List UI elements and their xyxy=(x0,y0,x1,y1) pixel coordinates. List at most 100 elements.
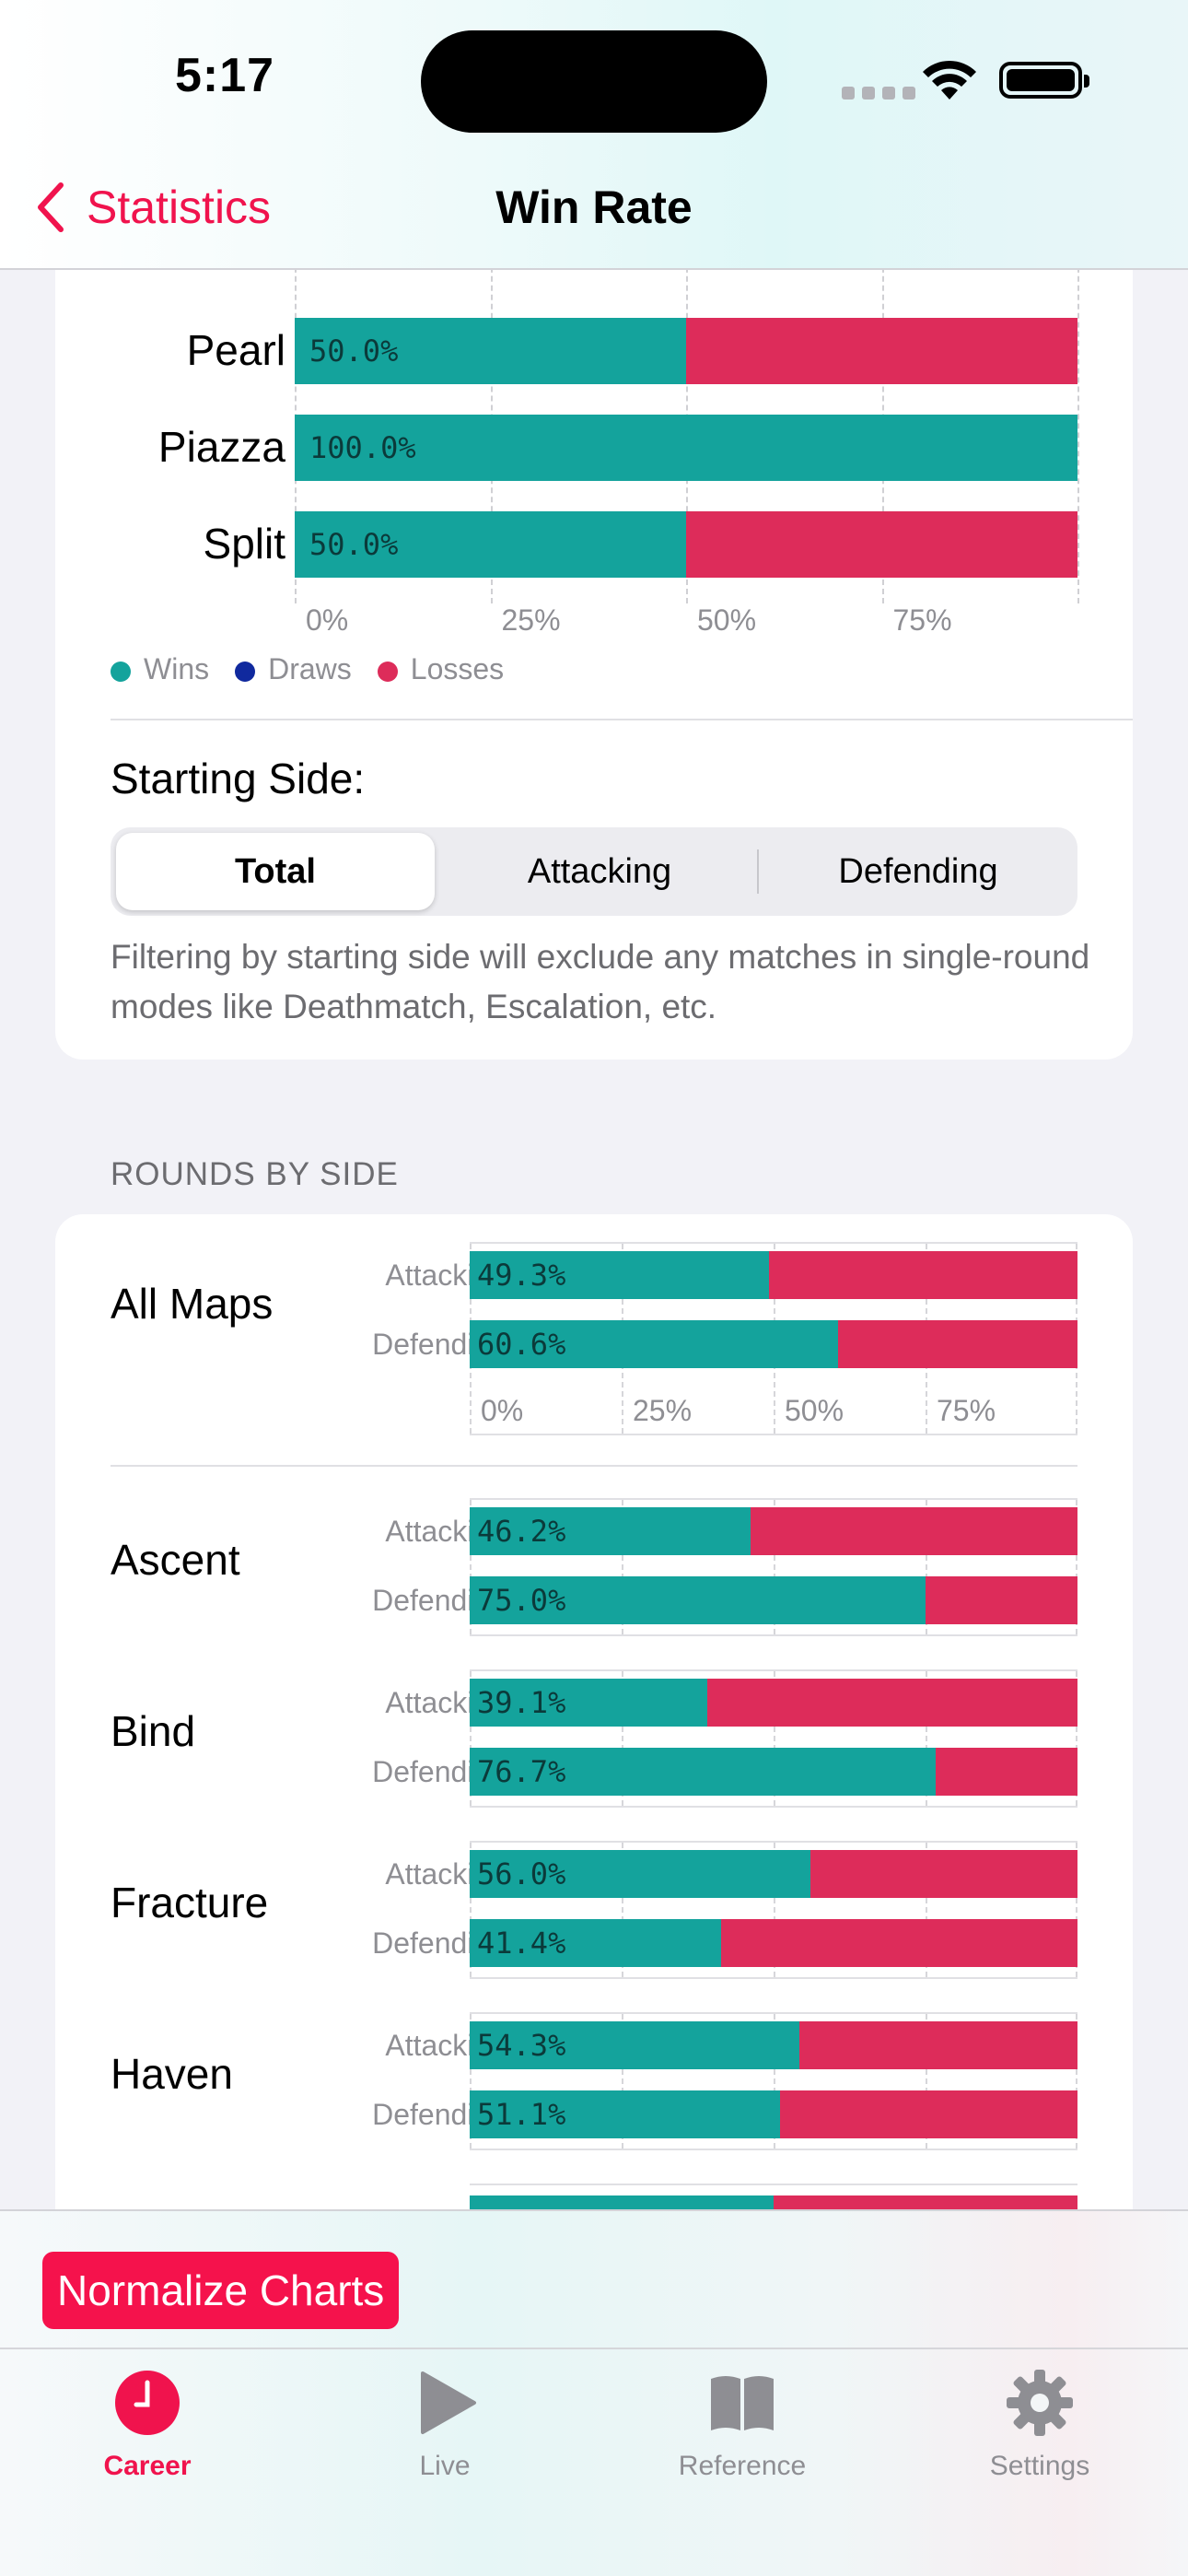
losses-segment xyxy=(721,1919,1077,1967)
defending-bar: 76.7% xyxy=(470,1748,1077,1796)
defending-bar: 51.1% xyxy=(470,2090,1077,2138)
attacking-bar: 56.0% xyxy=(470,1850,1077,1898)
segment-total[interactable]: Total xyxy=(116,833,435,910)
bar-value-label: 50.0% xyxy=(309,334,399,369)
axis-tick-label: 75% xyxy=(892,603,952,637)
defending-label: Defending xyxy=(372,1755,507,1788)
legend-losses: Losses xyxy=(377,652,504,686)
axis-tick-label: 25% xyxy=(633,1394,693,1427)
starting-side-label: Starting Side: xyxy=(111,755,366,802)
axis-tick-label: 25% xyxy=(501,603,561,637)
axis-tick-label: 0% xyxy=(306,603,349,637)
bar-value-label: 54.3% xyxy=(477,2028,566,2063)
navigation-header: 5:17 Statistics Win Rate xyxy=(0,0,1188,270)
defending-bar: 75.0% xyxy=(470,1576,1077,1624)
career-clock-icon xyxy=(115,2371,180,2435)
losses-segment xyxy=(750,1507,1077,1555)
map-win-bar: 50.0% xyxy=(295,318,1077,384)
tab-settings[interactable]: Settings xyxy=(920,2368,1159,2482)
cellular-signal-icon xyxy=(842,87,915,100)
starting-side-picker[interactable]: Total Attacking Defending xyxy=(111,827,1077,916)
defending-label: Defending xyxy=(372,2098,507,2131)
map-label: Piazza xyxy=(157,423,285,471)
losses-segment xyxy=(686,318,1077,384)
defending-label: Defending xyxy=(372,1584,507,1617)
losses-segment xyxy=(780,2090,1077,2138)
map-name: Bind xyxy=(111,1707,196,1755)
losses-segment xyxy=(799,2021,1077,2069)
bottom-toolbar: Normalize Charts Career Live Reference S… xyxy=(0,2209,1188,2576)
wins-segment: 54.3% xyxy=(470,2021,800,2069)
attacking-bar: 49.3% xyxy=(470,1251,1077,1299)
losses-segment xyxy=(926,1576,1077,1624)
bar-value-label: 39.1% xyxy=(477,1685,566,1720)
battery-icon xyxy=(999,62,1089,99)
wins-segment: 50.0% xyxy=(295,318,686,384)
attacking-label: Attacking xyxy=(385,2029,507,2062)
book-icon xyxy=(711,2376,774,2430)
segment-defending[interactable]: Defending xyxy=(759,827,1077,916)
page-title: Win Rate xyxy=(495,181,693,233)
attacking-bar: 54.3% xyxy=(470,2021,1077,2069)
bar-value-label: 56.0% xyxy=(477,1856,566,1891)
attacking-bar: 39.1% xyxy=(470,1679,1077,1727)
attacking-label: Attacking xyxy=(385,1515,507,1548)
tab-bar: Career Live Reference Settings xyxy=(0,2348,1188,2576)
wins-segment: 39.1% xyxy=(470,1679,708,1727)
defending-bar: 41.4% xyxy=(470,1919,1077,1967)
wins-segment: 60.6% xyxy=(470,1320,838,1368)
divider xyxy=(111,1465,1077,1467)
wins-segment: 51.1% xyxy=(470,2090,781,2138)
attacking-label: Attacking xyxy=(385,1857,507,1891)
wins-segment: 76.7% xyxy=(470,1748,937,1796)
bar-value-label: 75.0% xyxy=(477,1583,566,1618)
wins-segment: 46.2% xyxy=(470,1507,751,1555)
normalize-charts-button[interactable]: Normalize Charts xyxy=(42,2252,400,2329)
axis-tick-label: 0% xyxy=(481,1394,524,1427)
losses-segment xyxy=(707,1679,1077,1727)
tab-career[interactable]: Career xyxy=(28,2368,267,2482)
defending-label: Defending xyxy=(372,1328,507,1361)
bar-value-label: 50.0% xyxy=(309,527,399,562)
axis-tick-label: 50% xyxy=(697,603,757,637)
legend-draws: Draws xyxy=(235,652,352,686)
map-label: Pearl xyxy=(186,326,285,374)
axis-tick-label: 50% xyxy=(785,1394,844,1427)
defending-bar: 60.6% xyxy=(470,1320,1077,1368)
wifi-icon xyxy=(923,60,976,100)
tab-reference[interactable]: Reference xyxy=(623,2368,862,2482)
map-label: Split xyxy=(203,520,285,568)
wins-segment: 41.4% xyxy=(470,1919,722,1967)
wins-segment: 50.0% xyxy=(295,511,686,578)
bar-value-label: 51.1% xyxy=(477,2097,566,2132)
divider xyxy=(111,719,1133,720)
wins-segment: 75.0% xyxy=(470,1576,926,1624)
segment-attacking[interactable]: Attacking xyxy=(440,827,759,916)
bar-value-label: 60.6% xyxy=(477,1327,566,1362)
bar-value-label: 76.7% xyxy=(477,1754,566,1789)
wins-segment: 49.3% xyxy=(470,1251,770,1299)
play-icon xyxy=(421,2371,476,2434)
defending-label: Defending xyxy=(372,1926,507,1960)
dynamic-island xyxy=(421,30,767,133)
losses-segment xyxy=(686,511,1077,578)
starting-side-footnote: Filtering by starting side will exclude … xyxy=(111,938,1090,1025)
bar-value-label: 49.3% xyxy=(477,1258,566,1293)
chart-legend: Wins Draws Losses xyxy=(111,652,504,686)
status-time: 5:17 xyxy=(175,49,275,102)
gear-icon xyxy=(1007,2370,1073,2436)
section-header-rounds-by-side: ROUNDS BY SIDE xyxy=(111,1156,399,1192)
bar-value-label: 46.2% xyxy=(477,1514,566,1549)
wins-segment: 56.0% xyxy=(470,1850,810,1898)
axis-tick-label: 75% xyxy=(937,1394,996,1427)
bar-value-label: 100.0% xyxy=(309,430,416,465)
attacking-label: Attacking xyxy=(385,1686,507,1719)
wins-segment: 100.0% xyxy=(295,415,1077,481)
losses-segment xyxy=(769,1251,1077,1299)
losses-segment xyxy=(936,1748,1077,1796)
tab-live[interactable]: Live xyxy=(325,2368,565,2482)
map-win-bar: 50.0% xyxy=(295,511,1077,578)
bar-value-label: 41.4% xyxy=(477,1926,566,1961)
legend-wins: Wins xyxy=(111,652,209,686)
losses-segment xyxy=(837,1320,1077,1368)
